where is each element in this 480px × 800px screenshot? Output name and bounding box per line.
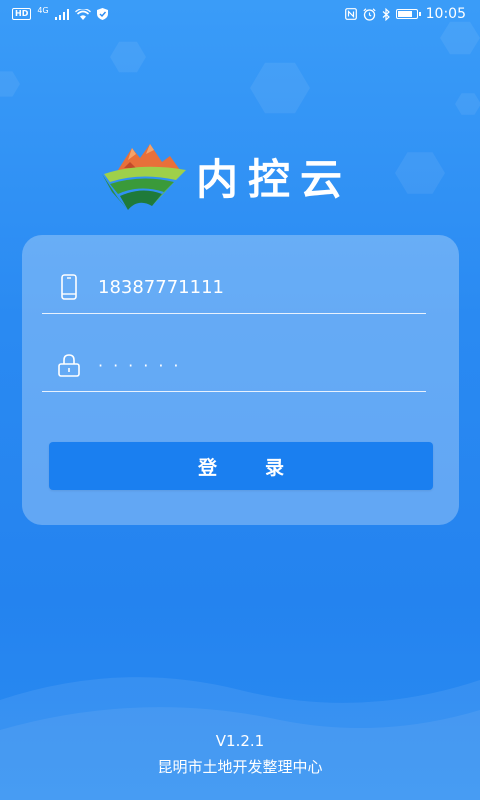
decor-hexagon [250,62,310,114]
alarm-icon [363,7,376,21]
phone-field [42,261,426,314]
farmland-mountain-logo [102,144,186,210]
login-card: 登录 [22,235,459,525]
decor-hexagon [0,71,20,97]
version-label: V1.2.1 [215,732,265,750]
status-time: 10:05 [425,6,466,22]
battery-fill [397,11,412,17]
organization-label: 昆明市土地开发整理中心 [157,758,323,776]
password-field [42,339,426,392]
wifi-icon [74,8,91,20]
decor-hexagon [455,93,480,115]
shield-icon [96,8,108,20]
password-input[interactable] [98,350,426,380]
nfc-icon [344,8,357,20]
login-button[interactable]: 登录 [49,442,433,490]
battery-icon [395,9,421,19]
hd-badge: HD [12,8,32,20]
decor-hexagon [395,152,445,194]
app-title: 内控云 [196,154,353,204]
phone-icon [58,274,80,300]
status-bar: HD 4G 10:05 [0,0,480,28]
decor-hexagon [110,41,146,73]
status-right: 10:05 [344,6,466,22]
phone-input[interactable] [98,272,426,302]
signal-icon [54,8,69,20]
login-screen: HD 4G 10:05 内控云 18387771111 ······ 登录 V1… [0,0,480,800]
lock-icon [58,352,80,378]
network-type: 4G [37,6,49,15]
app-logo: 内控云 [100,140,352,212]
bluetooth-icon [382,7,390,21]
status-left: HD 4G [12,7,108,21]
